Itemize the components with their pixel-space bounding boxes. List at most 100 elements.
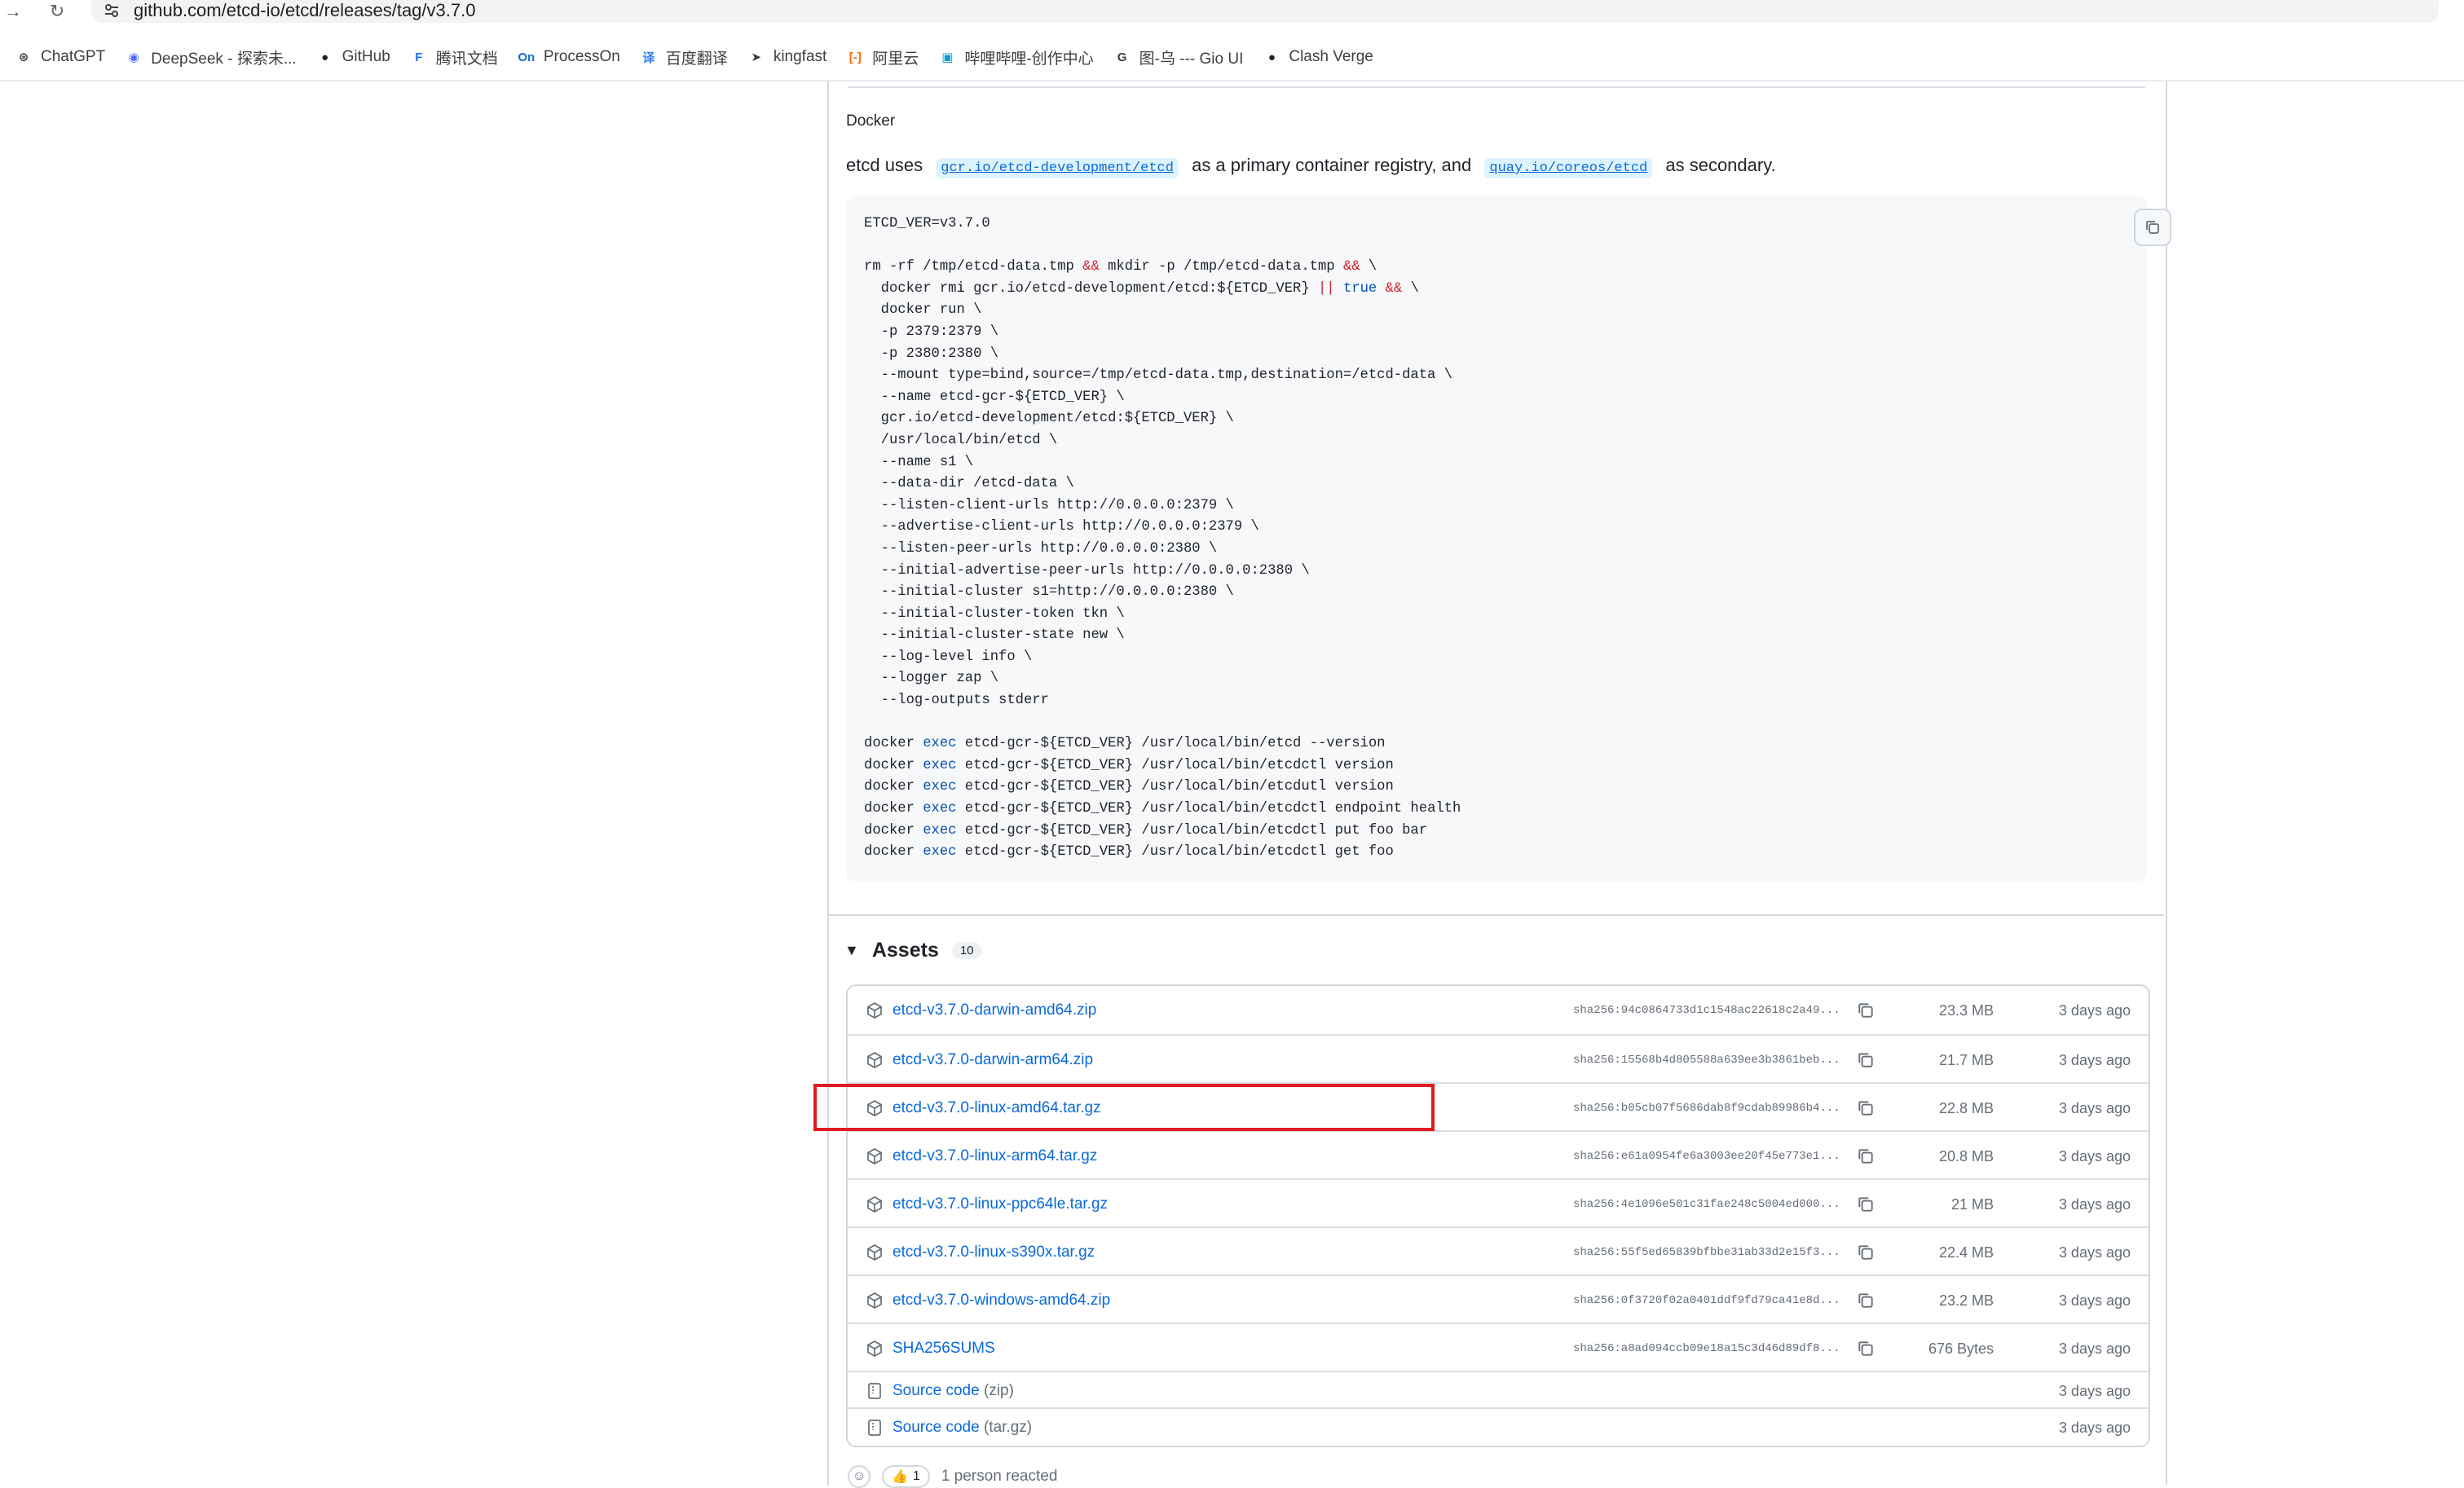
asset-row: etcd-v3.7.0-linux-ppc64le.tar.gz sha256:4… <box>848 1178 2149 1228</box>
docker-text-after: as secondary. <box>1665 155 1776 175</box>
asset-download-link[interactable]: etcd-v3.7.0-linux-ppc64le.tar.gz <box>893 1195 1108 1213</box>
bookmark-item[interactable]: ▣ 哔哩哔哩-创作中心 <box>938 46 1093 68</box>
package-icon <box>866 1002 884 1019</box>
bookmark-label: DeepSeek - 探索未... <box>151 50 297 68</box>
docker-heading: Docker <box>846 112 896 130</box>
assets-divider <box>829 914 2164 916</box>
copy-icon[interactable] <box>1857 1099 1875 1117</box>
reload-icon[interactable]: ↻ <box>46 0 68 23</box>
deepseek-icon: ◉ <box>128 51 139 64</box>
asset-download-link[interactable]: etcd-v3.7.0-windows-amd64.zip <box>893 1292 1110 1310</box>
assets-toggle[interactable]: ▼ Assets 10 <box>844 939 982 962</box>
file-zip-icon <box>866 1419 884 1437</box>
asset-download-link[interactable]: SHA256SUMS <box>893 1340 995 1358</box>
asset-date: 3 days ago <box>2058 1292 2131 1309</box>
asset-row: etcd-v3.7.0-linux-s390x.tar.gz sha256:55f… <box>848 1226 2149 1276</box>
docker-text-before: etcd uses <box>846 155 923 175</box>
source-code-link[interactable]: Source code (tar.gz) <box>893 1419 1032 1437</box>
file-zip-icon <box>866 1382 884 1400</box>
aliyun-icon: [-] <box>849 50 862 64</box>
asset-size: 23.3 MB <box>1938 1002 1994 1019</box>
bookmark-label: 百度翻译 <box>665 50 728 68</box>
bookmark-item[interactable]: G 图-乌 --- Gio UI <box>1113 46 1244 68</box>
copy-icon <box>2146 221 2159 234</box>
bookmark-item[interactable]: [-] 阿里云 <box>846 46 919 68</box>
asset-size: 676 Bytes <box>1928 1341 1994 1357</box>
asset-size: 22.4 MB <box>1938 1244 1994 1261</box>
url-text[interactable]: github.com/etcd-io/etcd/releases/tag/v3.… <box>134 1 475 20</box>
asset-row: SHA256SUMS sha256:a8ad094ccb09e18a15c3d46… <box>848 1323 2149 1372</box>
copy-icon[interactable] <box>1857 1195 1875 1213</box>
bookmark-label: ProcessOn <box>543 48 620 65</box>
bookmark-item[interactable]: ◉ DeepSeek - 探索未... <box>125 46 297 68</box>
bookmark-item[interactable]: ● Clash Verge <box>1263 48 1373 66</box>
asset-download-link[interactable]: etcd-v3.7.0-darwin-arm64.zip <box>893 1051 1093 1069</box>
package-icon <box>866 1195 884 1213</box>
asset-row: etcd-v3.7.0-windows-amd64.zip sha256:0f37… <box>848 1274 2149 1324</box>
source-code-link[interactable]: Source code (zip) <box>893 1382 1014 1400</box>
package-icon <box>866 1340 884 1358</box>
forward-icon[interactable]: → <box>2 0 24 23</box>
asset-date: 3 days ago <box>2058 1244 2131 1261</box>
copy-code-button[interactable] <box>2134 209 2171 246</box>
package-icon <box>866 1292 884 1310</box>
bookmark-item[interactable]: On ProcessOn <box>518 48 620 66</box>
section-divider <box>848 81 2145 88</box>
source-code-kind: (tar.gz) <box>983 1419 1033 1436</box>
bookmark-item[interactable]: ● GitHub <box>316 48 390 66</box>
registry-primary-link[interactable]: gcr.io/etcd-development/etcd <box>936 158 1179 178</box>
reaction-summary: 1 person reacted <box>941 1468 1058 1485</box>
asset-sha256: sha256:94c0864733d1c1548ac22618c2a49... <box>1573 1004 1840 1017</box>
asset-download-link[interactable]: etcd-v3.7.0-linux-s390x.tar.gz <box>893 1244 1095 1261</box>
registry-secondary-link[interactable]: quay.io/coreos/etcd <box>1484 158 1653 178</box>
bookmark-item[interactable]: ⊛ ChatGPT <box>15 48 106 66</box>
bookmark-label: GitHub <box>342 48 390 65</box>
asset-row: etcd-v3.7.0-darwin-arm64.zip sha256:15568… <box>848 1034 2149 1084</box>
bookmark-label: 腾讯文档 <box>435 50 498 68</box>
docker-code-block: ETCD_VER=v3.7.0 rm -rf /tmp/etcd-data.tm… <box>846 196 2171 882</box>
gio-icon: G <box>1117 50 1127 64</box>
cursor-icon: ➤ <box>751 51 762 64</box>
bookmark-label: 阿里云 <box>872 50 919 68</box>
github-icon: ● <box>321 50 329 64</box>
asset-download-link[interactable]: etcd-v3.7.0-darwin-amd64.zip <box>893 1002 1096 1019</box>
reaction-count: 1 <box>912 1469 920 1483</box>
asset-size: 23.2 MB <box>1938 1292 1994 1309</box>
asset-date: 3 days ago <box>2058 1383 2131 1399</box>
source-code-row: Source code (zip) 3 days ago <box>848 1371 2149 1409</box>
asset-download-link[interactable]: etcd-v3.7.0-linux-arm64.tar.gz <box>893 1147 1097 1165</box>
copy-icon[interactable] <box>1857 1292 1875 1310</box>
browser-toolbar: → ↻ github.com/etcd-io/etcd/releases/tag… <box>0 0 2464 26</box>
chatgpt-icon: ⊛ <box>18 51 29 64</box>
bookmark-item[interactable]: 译百度翻译 <box>640 46 728 68</box>
code-content: ETCD_VER=v3.7.0 rm -rf /tmp/etcd-data.tm… <box>864 216 1461 861</box>
asset-row: etcd-v3.7.0-linux-arm64.tar.gz sha256:e61… <box>848 1130 2149 1180</box>
copy-icon[interactable] <box>1857 1340 1875 1358</box>
package-icon <box>866 1147 884 1165</box>
asset-date: 3 days ago <box>2058 1420 2131 1436</box>
bookmarks-bar: ⊛ ChatGPT ◉ DeepSeek - 探索未... ● GitHub F 腾讯文档 On… <box>0 41 2464 73</box>
source-code-label: Source code <box>893 1419 980 1436</box>
copy-icon[interactable] <box>1857 1051 1875 1069</box>
asset-size: 21.7 MB <box>1938 1052 1994 1068</box>
docker-text-middle: as a primary container registry, and <box>1192 155 1472 175</box>
asset-sha256: sha256:4e1096e501c31fae248c5004ed000... <box>1573 1198 1840 1211</box>
site-settings-icon[interactable] <box>103 2 121 20</box>
assets-title: Assets <box>871 939 939 962</box>
asset-date: 3 days ago <box>2058 1341 2131 1357</box>
bookmark-label: Clash Verge <box>1289 48 1373 65</box>
copy-icon[interactable] <box>1857 1002 1875 1019</box>
copy-icon[interactable] <box>1857 1147 1875 1165</box>
bookmark-label: 图-乌 --- Gio UI <box>1139 50 1244 68</box>
copy-icon[interactable] <box>1857 1244 1875 1261</box>
package-icon <box>866 1051 884 1069</box>
bookmark-item[interactable]: ➤ kingfast <box>747 48 827 66</box>
asset-sha256: sha256:55f5ed65839bfbbe31ab33d2e15f3... <box>1573 1246 1840 1259</box>
asset-sha256: sha256:e61a0954fe6a3003ee20f45e773e1... <box>1573 1150 1840 1163</box>
bookmark-item[interactable]: F 腾讯文档 <box>410 46 498 68</box>
asset-sha256: sha256:15568b4d805588a639ee3b3861beb... <box>1573 1054 1840 1067</box>
bookmark-label: ChatGPT <box>41 48 106 65</box>
source-code-row: Source code (tar.gz) 3 days ago <box>848 1407 2149 1446</box>
docker-description: etcd uses gcr.io/etcd-development/etcd a… <box>846 155 1776 178</box>
source-code-kind: (zip) <box>983 1382 1014 1399</box>
